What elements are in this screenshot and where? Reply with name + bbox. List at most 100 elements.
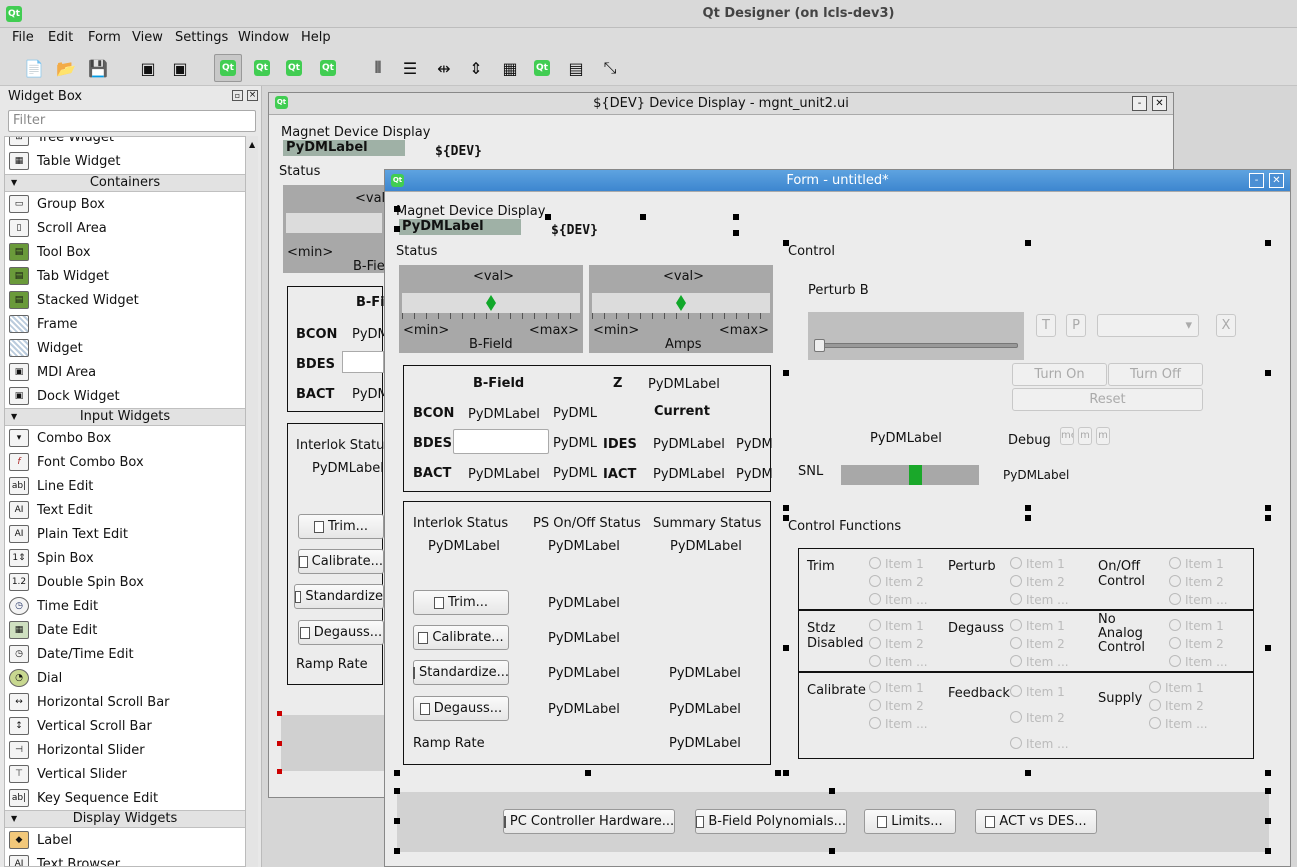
new-file-icon[interactable]: 📄 (20, 54, 48, 82)
back-degauss-button[interactable]: Degauss... (298, 620, 384, 645)
list-item[interactable]: AI Text Browser (9, 852, 120, 866)
list-item[interactable]: ▤ Tool Box (9, 240, 91, 264)
back-pydm-label[interactable]: PyDMLabel (283, 140, 405, 156)
x-button[interactable]: X (1216, 314, 1236, 337)
list-item[interactable]: ↕ Vertical Scroll Bar (9, 714, 152, 738)
category-display-widgets[interactable]: Display Widgets (5, 810, 245, 828)
save-icon[interactable]: 💾 (84, 54, 112, 82)
list-item[interactable]: ▦ Date Edit (9, 618, 97, 642)
widget-icon (9, 339, 29, 357)
bfield-gauge: <val> <min> <max> B-Field (399, 265, 583, 353)
device-pydm-label[interactable]: PyDMLabel (399, 219, 521, 235)
send-back-icon[interactable]: ▣ (134, 54, 162, 82)
horizontal-scroll-bar-icon: ↔ (9, 693, 29, 711)
back-status-label: Status (279, 164, 321, 179)
edit-signals-icon[interactable]: Qt (248, 54, 276, 82)
list-item[interactable]: ◷ Time Edit (9, 594, 98, 618)
menu-help[interactable]: Help (301, 30, 331, 45)
pc-controller-hardware-button[interactable]: PC Controller Hardware... (503, 809, 675, 834)
minimize-icon[interactable]: - (1132, 96, 1147, 111)
list-item[interactable]: ▭ Group Box (9, 192, 105, 216)
form-window[interactable]: Qt Form - untitled* - ✕ Magnet Device Di… (384, 169, 1291, 867)
bring-front-icon[interactable]: ▣ (166, 54, 194, 82)
standardize-button[interactable]: Standardize... (413, 660, 509, 685)
edit-buddies-icon[interactable]: Qt (280, 54, 308, 82)
menu-form[interactable]: Form (88, 30, 121, 45)
list-item[interactable]: ◔ Dial (9, 666, 62, 690)
act-vs-des-button[interactable]: ACT vs DES... (975, 809, 1097, 834)
list-item[interactable]: AI Plain Text Edit (9, 522, 128, 546)
layout-v-splitter-icon[interactable]: ⇕ (462, 54, 490, 82)
list-item[interactable]: AI Text Edit (9, 498, 93, 522)
list-item[interactable]: ↔ Horizontal Scroll Bar (9, 690, 170, 714)
degauss-button[interactable]: Degauss... (413, 696, 509, 721)
perturb-combo[interactable]: ▾ (1097, 314, 1199, 337)
list-item[interactable]: ⊣ Horizontal Slider (9, 738, 145, 762)
layout-h-splitter-icon[interactable]: ⇹ (430, 54, 458, 82)
menu-edit[interactable]: Edit (48, 30, 73, 45)
limits-button[interactable]: Limits... (864, 809, 956, 834)
list-item[interactable]: ab| Key Sequence Edit (9, 786, 158, 810)
layout-grid-icon[interactable]: ▦ (496, 54, 524, 82)
trim-button[interactable]: Trim... (413, 590, 509, 615)
perturb-slider-track[interactable] (814, 343, 1018, 348)
layout-vertical-icon[interactable]: ☰ (396, 54, 424, 82)
list-item[interactable]: ▣ Dock Widget (9, 384, 120, 408)
category-containers[interactable]: Containers (5, 174, 245, 192)
menu-view[interactable]: View (132, 30, 163, 45)
filter-input[interactable]: Filter (8, 110, 256, 132)
adjust-size-icon[interactable]: ⤡ (596, 54, 624, 82)
list-item[interactable]: ▯ Scroll Area (9, 216, 107, 240)
minimize-icon[interactable]: - (1249, 173, 1264, 188)
menu-file[interactable]: File (12, 30, 34, 45)
edit-tab-order-icon[interactable]: Qt (314, 54, 342, 82)
open-folder-icon[interactable]: 📂 (52, 54, 80, 82)
back-trim-button[interactable]: Trim... (298, 514, 384, 539)
widget-list-scrollbar[interactable]: ▲ (246, 136, 258, 867)
debug-mem-button[interactable]: mem (1060, 427, 1074, 445)
t-button[interactable]: T (1036, 314, 1056, 337)
menu-window[interactable]: Window (238, 30, 289, 45)
layout-form-icon[interactable]: Qt (528, 54, 556, 82)
list-item[interactable]: ⊤ Vertical Slider (9, 762, 127, 786)
list-item[interactable]: Frame (9, 312, 78, 336)
list-item[interactable]: ▤ Tab Widget (9, 264, 109, 288)
debug-m2-button[interactable]: m (1096, 427, 1110, 445)
edit-widgets-icon[interactable]: Qt (214, 54, 242, 82)
bdes-input[interactable] (453, 429, 549, 454)
p-button[interactable]: P (1066, 314, 1086, 337)
list-item[interactable]: f Font Combo Box (9, 450, 144, 474)
list-item[interactable]: ⊞ Tree Widget (9, 137, 114, 149)
list-item[interactable]: ▦ Table Widget (9, 149, 121, 173)
float-icon[interactable]: ▫ (232, 90, 243, 101)
double-spin-box-icon: 1.2 (9, 573, 29, 591)
reset-button[interactable]: Reset (1012, 388, 1203, 411)
list-item[interactable]: ◆ Label (9, 828, 72, 852)
back-calibrate-button[interactable]: Calibrate... (298, 549, 384, 574)
close-icon[interactable]: ✕ (1269, 173, 1284, 188)
category-input-widgets[interactable]: Input Widgets (5, 408, 245, 426)
bfield-polynomials-button[interactable]: B-Field Polynomials... (695, 809, 847, 834)
list-item[interactable]: 1.2 Double Spin Box (9, 570, 144, 594)
list-item[interactable]: ◷ Date/Time Edit (9, 642, 134, 666)
close-icon[interactable]: × (247, 90, 258, 101)
list-item[interactable]: ▣ MDI Area (9, 360, 96, 384)
list-item[interactable]: ab| Line Edit (9, 474, 93, 498)
dev-macro-label: ${DEV} (551, 223, 598, 238)
perturb-slider-handle[interactable] (814, 339, 825, 352)
list-item[interactable]: ▾ Combo Box (9, 426, 111, 450)
turn-on-button[interactable]: Turn On (1012, 363, 1107, 386)
list-item[interactable]: Widget (9, 336, 83, 360)
form-window-titlebar[interactable]: Qt Form - untitled* - ✕ (385, 170, 1290, 192)
list-item[interactable]: 1⇕ Spin Box (9, 546, 94, 570)
menu-settings[interactable]: Settings (175, 30, 228, 45)
list-item[interactable]: ▤ Stacked Widget (9, 288, 139, 312)
back-window-titlebar[interactable]: Qt ${DEV} Device Display - mgnt_unit2.ui… (269, 93, 1173, 115)
break-layout-icon[interactable]: ▤ (562, 54, 590, 82)
calibrate-button[interactable]: Calibrate... (413, 625, 509, 650)
back-standardize-button[interactable]: Standardize (294, 584, 384, 609)
debug-m-button[interactable]: m (1078, 427, 1092, 445)
turn-off-button[interactable]: Turn Off (1108, 363, 1203, 386)
layout-horizontal-icon[interactable]: ⦀ (364, 54, 392, 82)
close-icon[interactable]: ✕ (1152, 96, 1167, 111)
